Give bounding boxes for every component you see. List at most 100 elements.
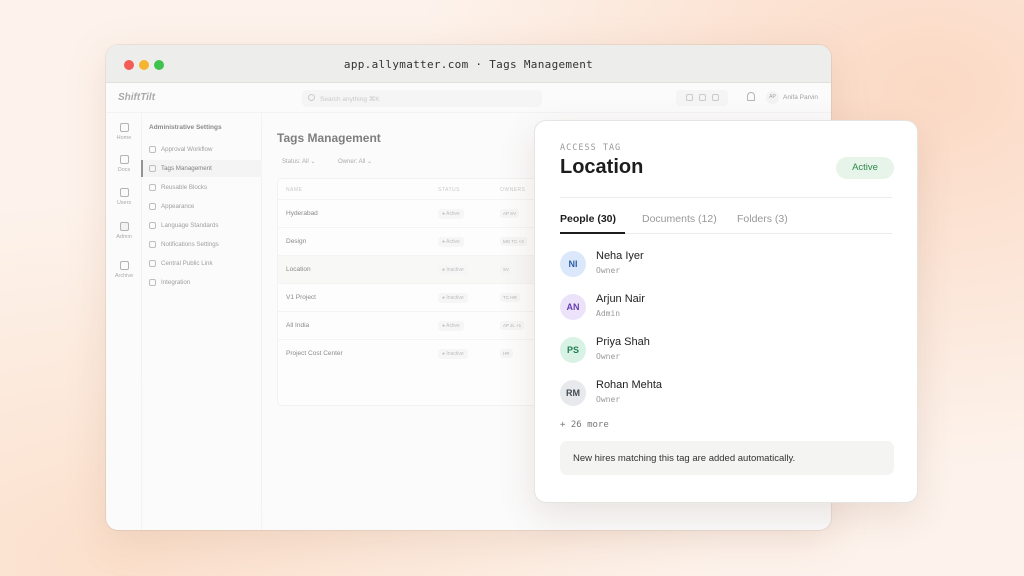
status-badge: ● Active: [438, 237, 464, 247]
rail-label: Home: [116, 135, 132, 141]
rail-label: Archive: [114, 273, 134, 279]
person-role: Owner: [596, 395, 621, 404]
status-text: Active: [446, 323, 460, 329]
list-item[interactable]: NI Neha Iyer Owner: [560, 248, 890, 282]
status-text: Active: [446, 211, 460, 217]
tab-folders[interactable]: Folders (3): [737, 213, 788, 225]
sidebar-item-central-public-link[interactable]: Central Public Link: [142, 255, 262, 272]
user-name[interactable]: Anifa Parvin: [783, 94, 818, 101]
sun-icon[interactable]: [686, 94, 693, 101]
page-title: Tags Management: [277, 131, 381, 145]
moon-icon[interactable]: [712, 94, 719, 101]
owner-avatars: TC HR: [500, 293, 520, 302]
bell-icon: [149, 241, 156, 248]
link-icon: [149, 260, 156, 267]
table-row[interactable]: Project Cost Center ● Inactive HR: [278, 339, 538, 367]
column-header: NAME: [286, 187, 303, 193]
tab-people[interactable]: People (30): [560, 213, 616, 225]
active-tab-indicator: [560, 232, 625, 234]
person-name: Neha Iyer: [596, 250, 644, 262]
rail-item-home[interactable]: Home: [106, 123, 142, 141]
tag-name: Project Cost Center: [286, 350, 343, 357]
table-row[interactable]: Hyderabad ● Active AP SV: [278, 199, 538, 227]
person-role: Owner: [596, 352, 621, 361]
tags-table: NAME STATUS OWNERS Hyderabad ● Active AP…: [277, 178, 538, 406]
sidebar-item-reusable-blocks[interactable]: Reusable Blocks: [142, 179, 262, 196]
sidebar-item-label: Central Public Link: [161, 260, 213, 267]
status-badge: ● Active: [438, 321, 464, 331]
view-mode-toggle[interactable]: [676, 90, 728, 106]
status-text: Inactive: [446, 351, 464, 357]
divider: [560, 197, 892, 198]
tag-icon: [149, 165, 156, 172]
avatar: RM: [560, 380, 586, 406]
rail-item-users[interactable]: Users: [106, 188, 142, 206]
sidebar-item-label: Tags Management: [161, 165, 212, 172]
owner-avatars: AP SV: [500, 209, 520, 218]
person-name: Priya Shah: [596, 336, 650, 348]
column-header: STATUS: [438, 187, 460, 193]
avatar: AN: [560, 294, 586, 320]
block-icon: [149, 184, 156, 191]
home-icon: [119, 123, 129, 132]
status-badge: ● Active: [438, 209, 464, 219]
sidebar-item-notifications-settings[interactable]: Notifications Settings: [142, 236, 262, 253]
table-row[interactable]: V1 Project ● Inactive TC HR: [278, 283, 538, 311]
list-item[interactable]: AN Arjun Nair Admin: [560, 291, 890, 325]
address-bar[interactable]: app.allymatter.com · Tags Management: [106, 58, 831, 71]
rail-item-docs[interactable]: Docs: [106, 155, 142, 173]
sidebar-item-label: Notifications Settings: [161, 241, 219, 248]
tag-name: All India: [286, 322, 310, 329]
sidebar-item-label: Approval Workflow: [161, 146, 213, 153]
tag-name: Design: [286, 238, 307, 245]
docs-icon: [119, 155, 129, 164]
title-bar: app.allymatter.com · Tags Management: [106, 45, 831, 83]
list-item[interactable]: PS Priya Shah Owner: [560, 334, 890, 368]
sidebar-item-label: Appearance: [161, 203, 195, 210]
tag-name: Location: [286, 266, 311, 273]
status-badge: ● Inactive: [438, 293, 468, 303]
tag-name: V1 Project: [286, 294, 316, 301]
rail-label: Docs: [117, 167, 131, 173]
search-input[interactable]: Search anything ⌘K: [302, 90, 542, 107]
bell-icon[interactable]: [747, 92, 755, 101]
rail-item-admin[interactable]: Admin: [106, 222, 142, 240]
sidebar-item-language-standards[interactable]: Language Standards: [142, 217, 262, 234]
rail-item-archive[interactable]: Archive: [106, 261, 142, 279]
monitor-icon[interactable]: [699, 94, 706, 101]
card-eyebrow: ACCESS TAG: [560, 143, 622, 153]
plug-icon: [149, 279, 156, 286]
status-filter[interactable]: Status: All ⌄: [282, 158, 315, 165]
owner-avatars: HR: [500, 349, 513, 358]
rail-label: Admin: [116, 234, 132, 240]
clock-icon: [149, 146, 156, 153]
person-name: Arjun Nair: [596, 293, 645, 305]
card-title: Location: [560, 156, 644, 178]
app-logo[interactable]: ShiftTilt: [118, 92, 155, 103]
table-row[interactable]: Design ● Active MG TC +2: [278, 227, 538, 255]
owner-filter[interactable]: Owner: All ⌄: [338, 158, 372, 165]
table-row[interactable]: Location ● Inactive SV: [278, 255, 538, 283]
sidebar-item-appearance[interactable]: Appearance: [142, 198, 262, 215]
avatar: PS: [560, 337, 586, 363]
users-icon: [119, 188, 129, 197]
user-avatar[interactable]: AP: [766, 91, 779, 104]
sidebar-item-approval-workflow[interactable]: Approval Workflow: [142, 141, 262, 158]
status-text: Inactive: [446, 267, 464, 273]
owner-avatars: MG TC +2: [500, 237, 527, 246]
list-item[interactable]: RM Rohan Mehta Owner: [560, 377, 890, 411]
sidebar-item-integration[interactable]: Integration: [142, 274, 262, 291]
sidebar-item-label: Integration: [161, 279, 191, 286]
search-placeholder: Search anything ⌘K: [320, 96, 380, 103]
document-icon: [149, 222, 156, 229]
person-role: Admin: [596, 309, 621, 318]
app-topbar: ShiftTilt Search anything ⌘K AP Anifa Pa…: [106, 83, 831, 113]
sidebar-item-tags-management[interactable]: Tags Management: [141, 160, 262, 177]
tab-documents[interactable]: Documents (12): [642, 213, 717, 225]
settings-sidebar: Administrative Settings Approval Workflo…: [141, 113, 262, 530]
icon-rail: Home Docs Users Admin Archive: [106, 113, 142, 530]
show-more-link[interactable]: + 26 more: [560, 420, 609, 430]
sidebar-header: Administrative Settings: [149, 124, 222, 131]
status-text: Inactive: [446, 295, 464, 301]
table-row[interactable]: All India ● Active AP JL +1: [278, 311, 538, 339]
